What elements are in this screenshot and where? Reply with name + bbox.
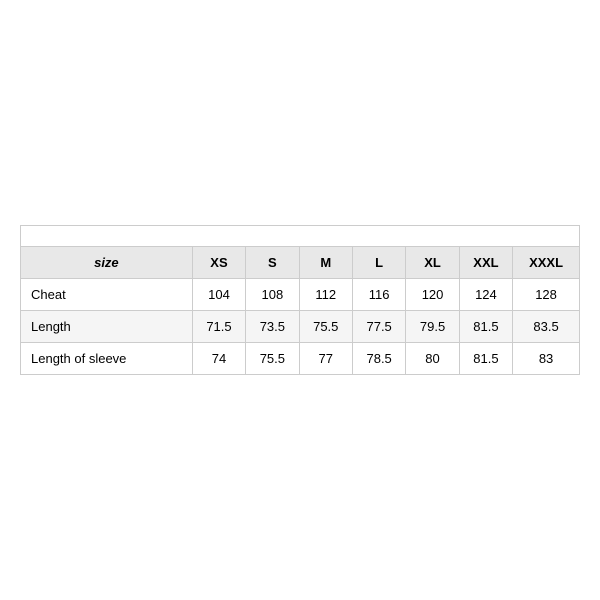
title-row xyxy=(21,226,580,247)
header-l: L xyxy=(352,247,405,279)
header-s: S xyxy=(246,247,299,279)
cell-value: 124 xyxy=(459,279,512,311)
cell-value: 79.5 xyxy=(406,311,459,343)
header-xl: XL xyxy=(406,247,459,279)
header-m: M xyxy=(299,247,352,279)
table-row: Length of sleeve7475.57778.58081.583 xyxy=(21,343,580,375)
cell-value: 83 xyxy=(513,343,580,375)
cell-value: 75.5 xyxy=(299,311,352,343)
cell-value: 74 xyxy=(192,343,245,375)
table-title xyxy=(21,226,580,247)
header-xxl: XXL xyxy=(459,247,512,279)
cell-value: 83.5 xyxy=(513,311,580,343)
row-label: Length of sleeve xyxy=(21,343,193,375)
cell-value: 128 xyxy=(513,279,580,311)
header-row: size XS S M L XL XXL XXXL xyxy=(21,247,580,279)
header-size: size xyxy=(21,247,193,279)
row-label: Cheat xyxy=(21,279,193,311)
cell-value: 78.5 xyxy=(352,343,405,375)
cell-value: 108 xyxy=(246,279,299,311)
cell-value: 77.5 xyxy=(352,311,405,343)
cell-value: 77 xyxy=(299,343,352,375)
size-chart-table: size XS S M L XL XXL XXXL Cheat104108112… xyxy=(20,225,580,375)
cell-value: 81.5 xyxy=(459,343,512,375)
table-row: Length71.573.575.577.579.581.583.5 xyxy=(21,311,580,343)
header-xs: XS xyxy=(192,247,245,279)
cell-value: 80 xyxy=(406,343,459,375)
size-chart-container: size XS S M L XL XXL XXXL Cheat104108112… xyxy=(20,225,580,375)
cell-value: 104 xyxy=(192,279,245,311)
cell-value: 81.5 xyxy=(459,311,512,343)
cell-value: 116 xyxy=(352,279,405,311)
cell-value: 73.5 xyxy=(246,311,299,343)
row-label: Length xyxy=(21,311,193,343)
cell-value: 120 xyxy=(406,279,459,311)
table-row: Cheat104108112116120124128 xyxy=(21,279,580,311)
cell-value: 71.5 xyxy=(192,311,245,343)
cell-value: 75.5 xyxy=(246,343,299,375)
cell-value: 112 xyxy=(299,279,352,311)
header-xxxl: XXXL xyxy=(513,247,580,279)
